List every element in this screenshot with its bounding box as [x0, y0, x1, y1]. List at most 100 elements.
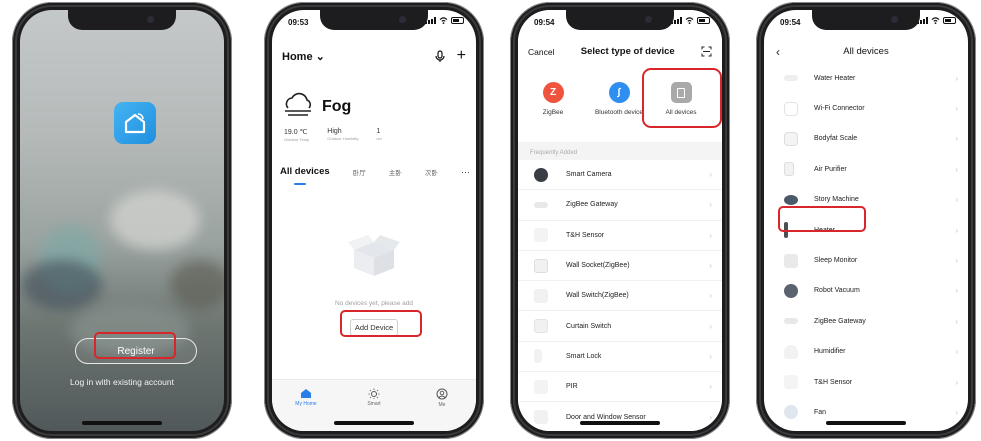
- list-item-label: Sleep Monitor: [814, 257, 858, 265]
- list-item[interactable]: Air Purifier ›: [764, 154, 968, 184]
- list-item[interactable]: Water Heater ›: [764, 63, 968, 93]
- cancel-button[interactable]: Cancel: [528, 47, 554, 57]
- list-item[interactable]: Wi-Fi Connector ›: [764, 93, 968, 123]
- home-label: Home: [282, 50, 313, 63]
- chevron-right-icon: ›: [955, 73, 958, 83]
- list-item[interactable]: Heater ›: [764, 215, 968, 245]
- notch: [566, 10, 674, 30]
- chevron-right-icon: ›: [955, 256, 958, 266]
- list-item[interactable]: T&H Sensor ›: [764, 367, 968, 397]
- list-item[interactable]: ZigBee Gateway ›: [764, 306, 968, 336]
- list-item-label: Smart Lock: [566, 352, 602, 360]
- chevron-right-icon: ›: [709, 321, 712, 331]
- add-icon[interactable]: +: [457, 48, 466, 64]
- list-item[interactable]: Humidifier ›: [764, 337, 968, 367]
- nav-me[interactable]: Me: [422, 388, 462, 431]
- list-item[interactable]: Bodyfat Scale ›: [764, 124, 968, 154]
- tab-second-bedroom[interactable]: 次卧: [425, 167, 438, 177]
- chevron-right-icon: ›: [955, 104, 958, 114]
- list-item-label: Wall Switch(ZigBee): [566, 292, 629, 300]
- app-logo-icon: [114, 102, 156, 144]
- heater-icon: [784, 222, 788, 239]
- list-item[interactable]: Wall Switch(ZigBee) ›: [518, 281, 722, 312]
- category-all-devices[interactable]: All devices: [650, 82, 712, 116]
- list-item[interactable]: Curtain Switch ›: [518, 311, 722, 342]
- chevron-right-icon: ›: [955, 316, 958, 326]
- switch-icon: [534, 288, 548, 303]
- chevron-right-icon: ›: [709, 412, 712, 422]
- weather-condition: Fog: [322, 98, 352, 115]
- tab-all-devices[interactable]: All devices: [280, 166, 330, 185]
- tab-living-room[interactable]: 卧厅: [353, 167, 366, 177]
- air-purifier-icon: [784, 162, 794, 177]
- home-screen: 09:53 Home ⌄ + Fog 19.0 ℃ Outdoor Temp Hi…: [272, 10, 476, 431]
- socket-icon: [534, 258, 548, 273]
- category-bluetooth[interactable]: ∫ Bluetooth device: [588, 82, 650, 116]
- humidifier-icon: [784, 344, 798, 359]
- list-item-label: Air Purifier: [814, 165, 847, 173]
- list-item-label: T&H Sensor: [566, 231, 605, 239]
- category-bluetooth-label: Bluetooth device: [594, 109, 644, 116]
- chevron-right-icon: ›: [955, 407, 958, 417]
- temp-label: Outdoor Temp: [284, 137, 310, 142]
- uvi-value: 1: [376, 128, 381, 135]
- register-label: Register: [117, 345, 155, 357]
- list-item-label: Humidifier: [814, 348, 846, 356]
- wifi-icon: [685, 17, 694, 24]
- chevron-right-icon: ›: [955, 347, 958, 357]
- list-item-label: Heater: [814, 226, 836, 234]
- list-item[interactable]: ZigBee Gateway ›: [518, 190, 722, 221]
- list-item[interactable]: Story Machine ›: [764, 185, 968, 215]
- pir-icon: [534, 379, 548, 394]
- list-item[interactable]: Door and Window Sensor ›: [518, 402, 722, 431]
- category-zigbee[interactable]: Z ZigBee: [522, 82, 584, 116]
- phone-select-device-type: 09:54 Cancel Select type of device Z Zig…: [510, 2, 730, 439]
- add-device-button[interactable]: Add Device: [350, 319, 398, 336]
- list-item[interactable]: Smart Lock ›: [518, 342, 722, 373]
- more-tabs-icon[interactable]: ···: [461, 167, 470, 177]
- home-header: Home ⌄ +: [282, 48, 466, 64]
- nav-smart-label: Smart: [367, 401, 381, 407]
- list-item-label: Smart Camera: [566, 171, 612, 179]
- nav-my-home[interactable]: My Home: [286, 388, 326, 431]
- phone-all-devices: 09:54 ‹ All devices Water Heater › Wi-Fi …: [756, 2, 976, 439]
- robot-vacuum-icon: [784, 283, 798, 298]
- curtain-switch-icon: [534, 319, 548, 334]
- door-sensor-icon: [534, 410, 548, 425]
- battery-icon: [697, 17, 710, 24]
- chevron-right-icon: ›: [955, 195, 958, 205]
- chevron-right-icon: ›: [955, 377, 958, 387]
- nav-my-home-label: My Home: [295, 401, 317, 407]
- chevron-right-icon: ›: [709, 170, 712, 180]
- list-item[interactable]: T&H Sensor ›: [518, 221, 722, 251]
- category-all-devices-label: All devices: [665, 109, 697, 116]
- list-item[interactable]: Smart Camera ›: [518, 160, 722, 191]
- phone-login-screen: Register Log in with existing account: [12, 2, 232, 439]
- bluetooth-icon: ∫: [608, 82, 630, 103]
- home-selector[interactable]: Home ⌄: [282, 50, 325, 63]
- add-device-label: Add Device: [354, 323, 394, 332]
- fog-weather-icon: [285, 92, 312, 116]
- list-item[interactable]: Sleep Monitor ›: [764, 245, 968, 275]
- scan-icon[interactable]: [701, 46, 712, 57]
- camera-icon: [534, 167, 548, 182]
- gateway-icon: [534, 201, 548, 208]
- tab-master-bedroom[interactable]: 主卧: [389, 167, 402, 177]
- list-item[interactable]: PIR ›: [518, 372, 722, 403]
- microphone-icon[interactable]: [435, 50, 445, 62]
- list-item-label: Door and Window Sensor: [566, 413, 646, 421]
- uvi-label: uvi: [376, 136, 382, 141]
- lock-icon: [534, 349, 542, 364]
- category-zigbee-label: ZigBee: [542, 109, 564, 116]
- nav-me-label: Me: [438, 402, 446, 408]
- register-button[interactable]: Register: [75, 338, 197, 364]
- notch: [68, 10, 176, 30]
- list-item-label: Fan: [814, 408, 827, 416]
- login-existing-link[interactable]: Log in with existing account: [20, 377, 224, 387]
- list-item[interactable]: Robot Vacuum ›: [764, 276, 968, 306]
- notch: [812, 10, 920, 30]
- wifi-icon: [439, 17, 448, 24]
- list-item[interactable]: Wall Socket(ZigBee) ›: [518, 251, 722, 282]
- home-indicator: [580, 421, 660, 425]
- humidity-label: Outdoor Humidity: [327, 136, 359, 141]
